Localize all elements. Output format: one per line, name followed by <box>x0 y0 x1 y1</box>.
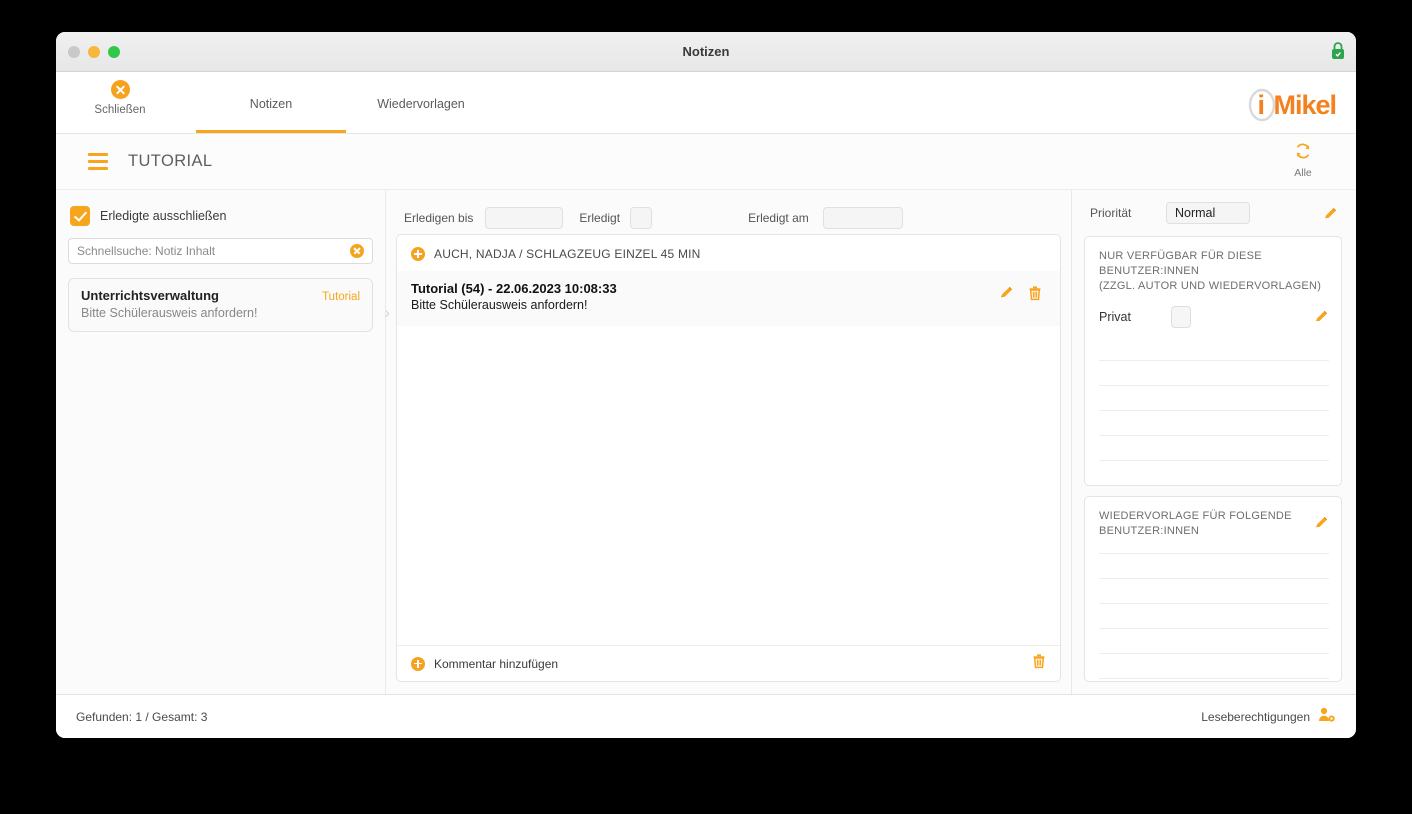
privat-row: Privat <box>1099 305 1329 328</box>
found-count-text: Gefunden: 1 / Gesamt: 3 <box>76 709 208 724</box>
plus-circle-icon <box>411 656 425 671</box>
note-entry: Tutorial (54) - 22.06.2023 10:08:33 Bitt… <box>397 271 1060 326</box>
resubmission-title: WIEDERVORLAGE FÜR FOLGENDE BENUTZER:INNE… <box>1099 510 1292 537</box>
allowed-users-list <box>1099 360 1329 485</box>
list-item[interactable] <box>1099 385 1329 410</box>
privat-checkbox[interactable] <box>1171 305 1191 328</box>
pencil-icon[interactable] <box>1314 509 1329 530</box>
user-gear-icon <box>1318 707 1336 726</box>
tab-wiedervorlagen[interactable]: Wiedervorlagen <box>346 72 496 133</box>
logo-ring-icon: i <box>1249 88 1276 122</box>
quick-search-box[interactable] <box>68 238 373 264</box>
note-entry-body: Bitte Schülerausweis anfordern! <box>411 298 588 312</box>
list-item[interactable] <box>1099 460 1329 485</box>
resubmission-panel: WIEDERVORLAGE FÜR FOLGENDE BENUTZER:INNE… <box>1084 496 1342 682</box>
window-title: Notizen <box>682 44 730 59</box>
list-item[interactable] <box>1099 627 1329 653</box>
trash-icon[interactable] <box>1028 285 1042 306</box>
note-detail-panel: AUCH, NADJA / SCHLAGZEUG EINZEL 45 MIN T… <box>396 234 1061 682</box>
lock-icon <box>1330 41 1346 61</box>
right-sidebar: Priorität Normal NUR VERFÜGBAR FÜR DIESE… <box>1071 190 1356 694</box>
note-entry-heading: Tutorial (54) - 22.06.2023 10:08:33 <box>411 281 617 296</box>
erledigt-label: Erledigt <box>579 211 621 225</box>
add-comment-button[interactable]: Kommentar hinzufügen <box>411 656 559 671</box>
refresh-all-label: Alle <box>1294 167 1312 179</box>
refresh-icon <box>1294 143 1312 164</box>
left-sidebar: Erledigte ausschließen Unterrichtsverwal… <box>56 190 390 694</box>
hamburger-icon[interactable] <box>88 153 108 170</box>
center-panel: Erledigen bis Erledigt Erledigt am AUCH,… <box>386 190 1071 694</box>
completion-fields-bar: Erledigen bis Erledigt Erledigt am <box>396 202 1061 234</box>
note-list-tag: Tutorial <box>322 291 360 303</box>
allowed-users-title: NUR VERFÜGBAR FÜR DIESE BENUTZER:INNEN (… <box>1099 250 1322 292</box>
note-list-subtitle: Bitte Schülerausweis anfordern! <box>81 306 258 320</box>
privat-label: Privat <box>1099 309 1131 324</box>
close-button-label: Schließen <box>94 104 146 116</box>
clear-search-icon[interactable] <box>350 244 364 258</box>
exclude-done-checkbox[interactable] <box>70 206 90 226</box>
logo-text: Mikel <box>1273 89 1337 120</box>
main-body: Erledigte ausschließen Unterrichtsverwal… <box>56 190 1356 694</box>
erledigt-am-label: Erledigt am <box>748 211 809 225</box>
erledigt-checkbox[interactable] <box>630 207 653 229</box>
imikel-logo: i Mikel <box>1249 88 1337 122</box>
close-circle-icon <box>110 80 130 99</box>
status-bar: Gefunden: 1 / Gesamt: 3 Leseberechtigung… <box>56 694 1356 738</box>
resubmission-list <box>1099 552 1329 703</box>
refresh-all-button[interactable]: Alle <box>1278 142 1328 179</box>
priority-label: Priorität <box>1090 206 1132 220</box>
app-window: Notizen Schließen Notizen Wiedervorlagen… <box>56 32 1356 738</box>
pencil-icon[interactable] <box>999 285 1014 306</box>
list-item[interactable] <box>1099 435 1329 460</box>
plus-circle-icon[interactable] <box>411 247 425 261</box>
allowed-users-panel: NUR VERFÜGBAR FÜR DIESE BENUTZER:INNEN (… <box>1084 236 1342 486</box>
note-context-row[interactable]: AUCH, NADJA / SCHLAGZEUG EINZEL 45 MIN <box>397 235 1060 271</box>
list-item[interactable] <box>1099 577 1329 603</box>
sub-header: TUTORIAL Alle <box>56 134 1356 190</box>
app-toolbar: Schließen Notizen Wiedervorlagen i Mikel <box>56 72 1356 134</box>
priority-select[interactable]: Normal <box>1166 202 1250 224</box>
note-list-title: Unterrichtsverwaltung <box>81 288 219 303</box>
title-bar: Notizen <box>56 32 1356 72</box>
erledigen-bis-label: Erledigen bis <box>404 211 474 225</box>
list-item[interactable] <box>1099 602 1329 628</box>
chevron-right-icon: › <box>384 303 390 322</box>
logo-i-letter: i <box>1257 90 1264 120</box>
search-input[interactable] <box>77 244 350 258</box>
list-item[interactable]: Unterrichtsverwaltung Tutorial Bitte Sch… <box>68 278 390 332</box>
list-item[interactable] <box>1099 652 1329 678</box>
tab-bar: Notizen Wiedervorlagen <box>196 72 496 133</box>
note-empty-space <box>397 326 1060 645</box>
list-item[interactable] <box>1099 410 1329 435</box>
permissions-label: Leseberechtigungen <box>1201 709 1310 724</box>
pencil-icon[interactable] <box>1314 309 1329 324</box>
pencil-icon[interactable] <box>1323 206 1338 221</box>
permissions-button[interactable]: Leseberechtigungen <box>1201 707 1336 726</box>
exclude-done-checkbox-row[interactable]: Erledigte ausschließen <box>70 206 373 226</box>
exclude-done-label: Erledigte ausschließen <box>100 209 227 223</box>
note-context-text: AUCH, NADJA / SCHLAGZEUG EINZEL 45 MIN <box>434 247 701 261</box>
erledigt-am-input[interactable] <box>822 207 903 229</box>
page-title: TUTORIAL <box>128 152 213 170</box>
list-item[interactable] <box>1099 552 1329 578</box>
note-footer: Kommentar hinzufügen <box>397 645 1060 681</box>
tab-notizen[interactable]: Notizen <box>196 72 346 133</box>
erledigen-bis-input[interactable] <box>485 207 564 229</box>
close-button[interactable]: Schließen <box>74 80 166 116</box>
list-item[interactable] <box>1099 360 1329 385</box>
add-comment-label: Kommentar hinzufügen <box>434 656 559 671</box>
trash-icon[interactable] <box>1032 653 1046 674</box>
priority-row: Priorität Normal <box>1084 202 1342 236</box>
